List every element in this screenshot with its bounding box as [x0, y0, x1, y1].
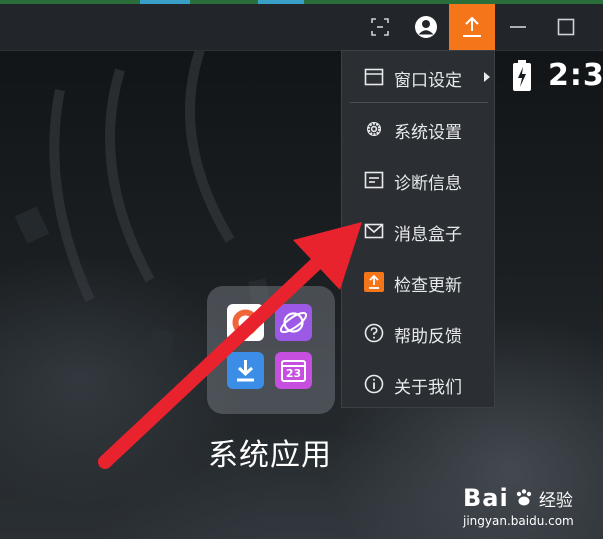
watermark-url: jingyan.baidu.com — [463, 514, 574, 528]
watermark-brand: Bai — [463, 484, 509, 512]
baidu-watermark: Bai 经验 jingyan.baidu.com — [463, 484, 574, 528]
update-button[interactable] — [449, 4, 495, 50]
menu-item-label: 消息盒子 — [394, 225, 462, 245]
calendar-number: 23 — [285, 367, 302, 380]
maximize-button[interactable] — [546, 4, 586, 50]
watermark-suffix: 经验 — [538, 491, 573, 511]
menu-item-help-feedback[interactable]: 帮助反馈 — [342, 308, 494, 358]
app-folder[interactable]: 23 — [207, 286, 335, 414]
maximize-icon — [557, 18, 575, 36]
menu-item-check-update[interactable]: 检查更新 — [342, 257, 494, 307]
folder-label: 系统应用 — [208, 438, 332, 473]
account-button[interactable] — [406, 4, 446, 50]
gear-icon — [367, 122, 381, 136]
menu-item-label: 诊断信息 — [394, 174, 462, 194]
calendar-app-icon[interactable]: 23 — [275, 352, 312, 389]
upload-icon — [463, 16, 481, 37]
update-icon — [364, 272, 384, 292]
menu-divider — [350, 102, 488, 103]
diagnostic-icon — [364, 171, 384, 189]
menu-item-system-settings[interactable]: 系统设置 — [342, 104, 494, 154]
help-icon — [364, 323, 384, 343]
screenshot-icon — [371, 18, 389, 36]
minimize-button[interactable] — [498, 4, 538, 50]
menu-item-message-box[interactable]: 消息盒子 — [342, 206, 494, 256]
dropdown-menu: 窗口设定 系统设置 诊断信息 消息盒子 检查更新 帮助反馈 关于我们 — [341, 50, 495, 408]
menu-item-label: 窗口设定 — [394, 71, 462, 91]
submenu-arrow-icon — [484, 72, 490, 82]
download-app-icon[interactable] — [227, 352, 264, 389]
menu-item-window-settings[interactable]: 窗口设定 — [342, 52, 494, 102]
browser-app-icon[interactable] — [227, 304, 264, 341]
mail-icon — [364, 223, 384, 239]
info-icon — [364, 374, 384, 394]
window-icon — [364, 68, 384, 86]
menu-item-label: 系统设置 — [394, 123, 462, 143]
minimize-icon — [510, 26, 526, 28]
planet-app-icon[interactable] — [275, 304, 312, 341]
screenshot-button[interactable] — [360, 4, 400, 50]
menu-item-label: 关于我们 — [394, 378, 462, 398]
status-clock: 2:34 — [548, 58, 603, 93]
account-icon — [415, 16, 437, 38]
battery-icon — [512, 60, 532, 96]
menu-item-about-us[interactable]: 关于我们 — [342, 359, 494, 409]
menu-item-label: 检查更新 — [394, 276, 462, 296]
menu-item-diagnostics[interactable]: 诊断信息 — [342, 155, 494, 205]
title-bar — [0, 4, 603, 51]
paw-logo-icon — [514, 488, 534, 508]
menu-item-label: 帮助反馈 — [394, 327, 462, 347]
